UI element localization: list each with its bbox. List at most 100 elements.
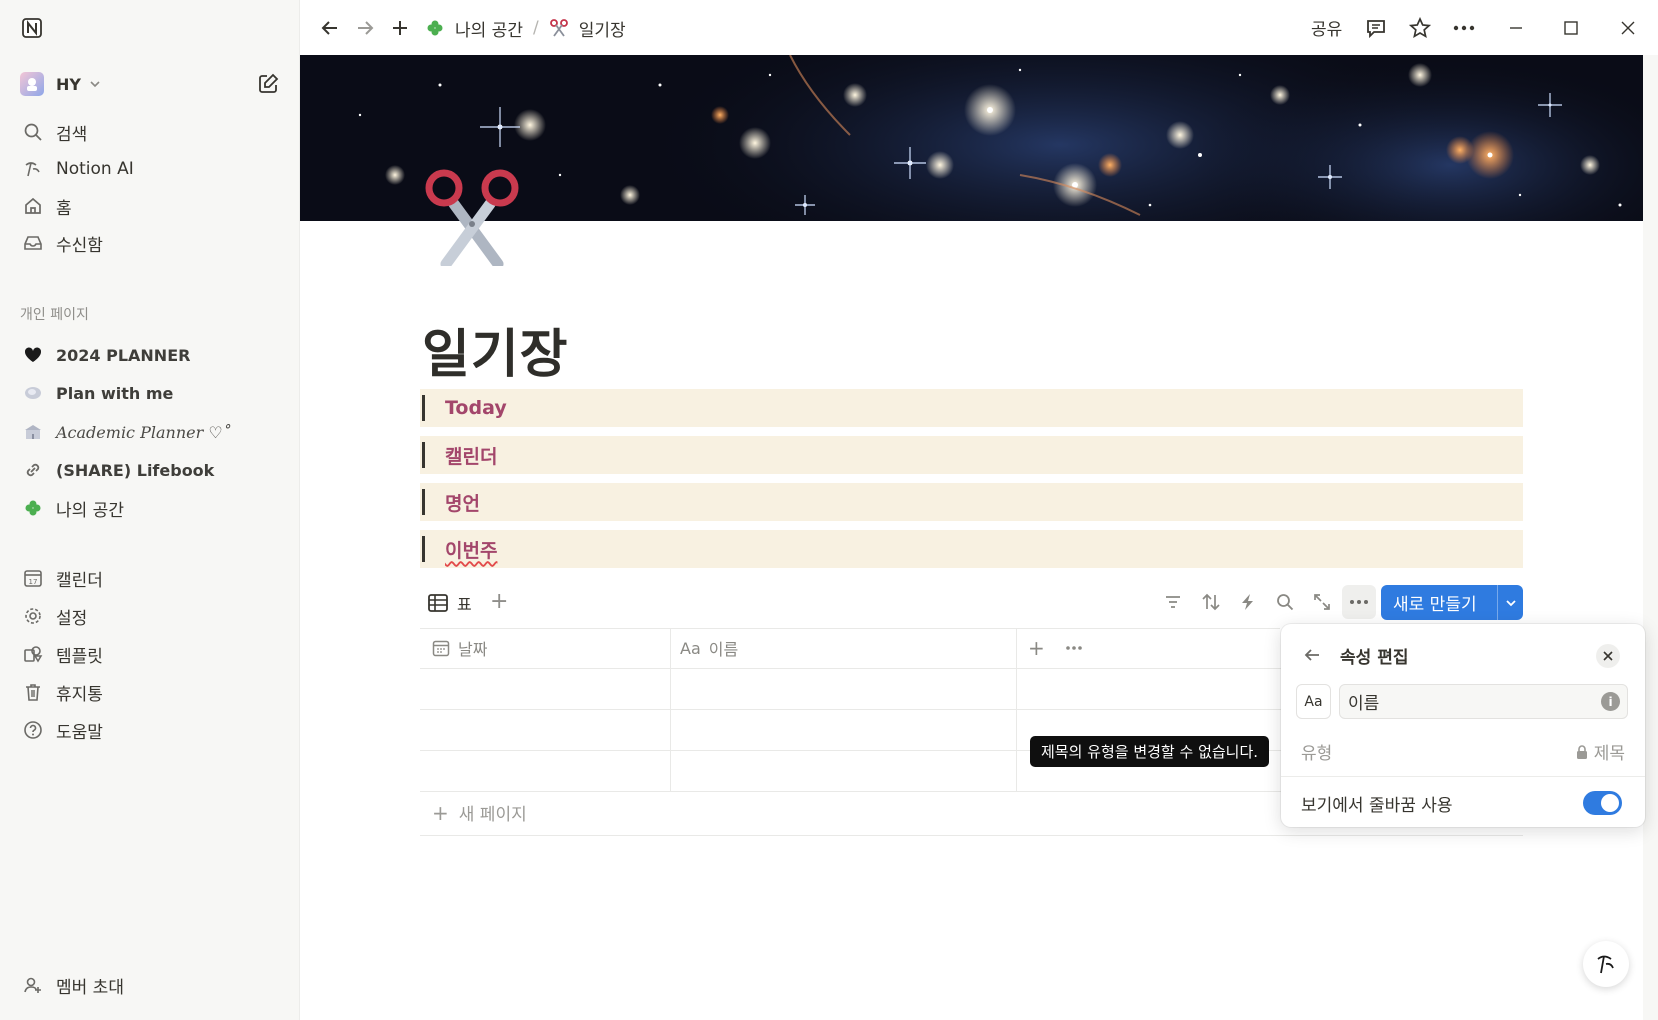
sidebar-item-label: 멤버 초대 <box>56 977 124 998</box>
tab-table-view[interactable]: 표 <box>428 590 472 616</box>
view-label: 표 <box>457 595 472 614</box>
table-icon <box>428 594 448 612</box>
section-label-personal: 개인 페이지 <box>20 307 89 323</box>
table-divider <box>420 628 1280 629</box>
sidebar-page-2024-planner[interactable]: 2024 PLANNER <box>20 339 280 371</box>
scrollbar[interactable] <box>1643 55 1658 1020</box>
sidebar-item-notion-ai[interactable]: Notion AI <box>20 153 280 185</box>
more-icon[interactable] <box>1065 628 1083 668</box>
callout-block[interactable]: 명언 <box>420 483 1523 521</box>
add-view-icon[interactable]: + <box>490 589 508 614</box>
maximize-icon[interactable] <box>1557 14 1585 42</box>
help-icon <box>20 717 46 743</box>
sidebar-item-label: 휴지통 <box>56 684 103 705</box>
back-arrow-icon[interactable] <box>316 14 344 42</box>
calendar-prop-icon <box>432 639 450 657</box>
sidebar-item-calendar[interactable]: 17 캘린더 <box>20 562 280 594</box>
calendar-icon: 17 <box>20 565 46 591</box>
property-name-input[interactable] <box>1339 684 1628 719</box>
sidebar-item-settings[interactable]: 설정 <box>20 600 280 632</box>
sidebar-page-lifebook[interactable]: (SHARE) Lifebook <box>20 454 280 486</box>
sidebar-item-label: 캘린더 <box>56 570 103 591</box>
star-icon[interactable] <box>1406 14 1434 42</box>
plus-icon: + <box>432 800 449 825</box>
expand-icon[interactable] <box>1309 589 1335 615</box>
invite-members-button[interactable]: 멤버 초대 <box>20 969 280 1001</box>
more-icon[interactable] <box>1450 14 1478 42</box>
sidebar-page-plan-with-me[interactable]: Plan with me <box>20 377 280 409</box>
sidebar-item-help[interactable]: 도움말 <box>20 714 280 746</box>
column-header-date[interactable]: 날짜 <box>432 628 487 668</box>
breadcrumb-item-my-space[interactable]: 나의 공간 <box>455 16 523 41</box>
new-button-label: 새로 만들기 <box>1393 595 1477 615</box>
callout-block[interactable]: Today <box>420 389 1523 427</box>
inbox-icon <box>20 230 46 256</box>
sidebar-item-label: 나의 공간 <box>56 500 124 521</box>
sidebar-page-academic-planner[interactable]: Academic Planner ♡˚ <box>20 416 280 448</box>
sidebar-page-my-space[interactable]: 나의 공간 <box>20 492 280 524</box>
forward-arrow-icon[interactable] <box>351 14 379 42</box>
type-value: 제목 <box>1576 739 1625 764</box>
page-title[interactable]: 일기장 <box>422 312 569 387</box>
wrap-in-view-toggle[interactable] <box>1583 791 1622 815</box>
search-icon[interactable] <box>1272 589 1298 615</box>
more-icon[interactable] <box>1342 585 1376 619</box>
notion-ai-button[interactable] <box>1583 941 1629 987</box>
sort-icon[interactable] <box>1198 589 1224 615</box>
sidebar-item-templates[interactable]: 템플릿 <box>20 638 280 670</box>
chevron-down-icon <box>89 78 101 90</box>
template-icon <box>20 641 46 667</box>
add-property-icon[interactable]: + <box>1028 628 1045 668</box>
quote-bar <box>422 442 425 468</box>
trash-icon <box>20 679 46 705</box>
shell-icon <box>20 380 46 406</box>
workspace-switcher[interactable]: HY <box>20 70 280 98</box>
new-record-button[interactable]: 새로 만들기 <box>1381 585 1523 620</box>
back-arrow-icon[interactable] <box>1299 642 1325 668</box>
edit-property-popover: 속성 편집 Aa i 유형 제목 보기에서 줄바꿈 사용 <box>1281 624 1645 827</box>
notion-logo-icon[interactable] <box>20 16 44 40</box>
sidebar-item-label: Plan with me <box>56 383 174 403</box>
sidebar-item-label: 검색 <box>56 124 88 145</box>
filter-icon[interactable] <box>1160 589 1186 615</box>
sidebar-item-label: (SHARE) Lifebook <box>56 460 215 480</box>
sidebar-item-label: Academic Planner ♡˚ <box>56 422 231 442</box>
notion-ai-icon <box>20 156 46 182</box>
table-divider <box>670 628 671 792</box>
column-header-name[interactable]: Aa 이름 <box>680 628 738 668</box>
close-window-icon[interactable] <box>1614 14 1642 42</box>
school-icon <box>20 419 46 445</box>
breadcrumb-item-diary[interactable]: 일기장 <box>579 16 626 41</box>
gear-icon <box>20 603 46 629</box>
sidebar-item-trash[interactable]: 휴지통 <box>20 676 280 708</box>
scissors-icon[interactable] <box>424 166 520 266</box>
new-page-label: 새 페이지 <box>458 805 527 825</box>
minimize-icon[interactable] <box>1502 14 1530 42</box>
callout-block[interactable]: 캘린더 <box>420 436 1523 474</box>
column-header-label: 날짜 <box>458 640 488 659</box>
tooltip: 제목의 유형을 변경할 수 없습니다. <box>1030 736 1270 767</box>
comment-icon[interactable] <box>1362 14 1390 42</box>
callout-block[interactable]: 이번주 <box>420 530 1523 568</box>
new-page-row[interactable]: + 새 페이지 <box>432 800 527 826</box>
sidebar-item-label: 홈 <box>56 198 72 219</box>
sidebar-item-label: 2024 PLANNER <box>56 345 191 365</box>
breadcrumb: 나의 공간 / 일기장 <box>425 14 626 42</box>
chevron-down-icon[interactable] <box>1498 597 1523 609</box>
popover-divider <box>1281 776 1645 777</box>
info-icon[interactable]: i <box>1601 692 1620 711</box>
share-button[interactable]: 공유 <box>1311 15 1342 40</box>
scissors-icon <box>549 18 569 38</box>
plus-icon[interactable] <box>386 14 414 42</box>
close-icon[interactable] <box>1596 644 1620 668</box>
sidebar-item-home[interactable]: 홈 <box>20 190 280 222</box>
sidebar-item-search[interactable]: 검색 <box>20 116 280 148</box>
popover-title: 속성 편집 <box>1340 648 1409 668</box>
property-type-icon-button[interactable]: Aa <box>1296 684 1331 719</box>
new-page-icon[interactable] <box>256 72 280 96</box>
callout-text: 이번주 <box>445 539 498 562</box>
search-icon <box>20 119 46 145</box>
table-divider <box>420 709 1281 710</box>
sidebar-item-inbox[interactable]: 수신함 <box>20 227 280 259</box>
automation-icon[interactable] <box>1235 589 1261 615</box>
